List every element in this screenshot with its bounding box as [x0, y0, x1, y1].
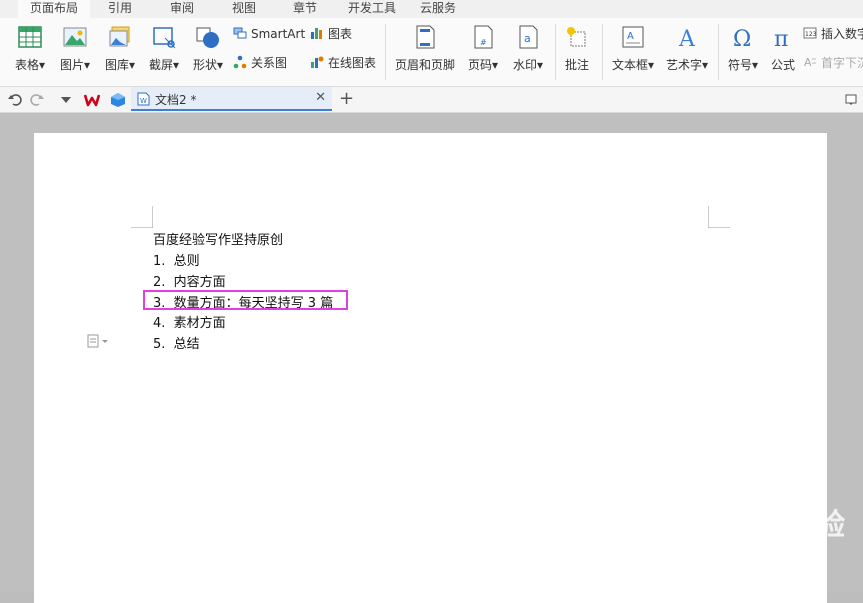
undo-icon[interactable]	[8, 93, 22, 107]
wordart-button[interactable]: A 艺术字▾	[662, 18, 712, 86]
online-chart-button[interactable]: 在线图表	[310, 54, 376, 72]
chart-button[interactable]: 图表	[310, 25, 352, 43]
number-icon: 123	[803, 27, 817, 39]
svg-text:Ω: Ω	[733, 27, 751, 50]
page-number-icon: #	[474, 25, 493, 49]
baidu-logo: Bai du 经验	[660, 508, 847, 543]
svg-text:123: 123	[805, 31, 817, 38]
watermark-label: 水印▾	[512, 58, 544, 72]
svg-text:#: #	[480, 38, 487, 47]
gallery-icon	[109, 26, 130, 47]
menu-bar: 页面布局 引用 审阅 视图 章节 开发工具 云服务	[0, 0, 863, 18]
list-item[interactable]: 4. 素材方面	[153, 312, 226, 331]
watermark-button[interactable]: a 水印▾	[508, 18, 548, 86]
document-icon: W	[137, 92, 150, 106]
wps-logo-icon[interactable]	[84, 92, 100, 108]
margin-corner-top-left	[131, 206, 153, 228]
symbol-label: 符号▾	[727, 58, 759, 72]
omega-icon: Ω	[733, 27, 751, 50]
drop-cap-button[interactable]: A首字下沉	[803, 54, 863, 72]
picture-button[interactable]: 图片▾	[55, 18, 95, 86]
margin-corner-top-right	[708, 206, 730, 228]
list-item[interactable]: 1. 总则	[153, 250, 200, 269]
ribbon-divider	[385, 24, 386, 80]
tab-view[interactable]: 视图	[232, 0, 256, 18]
comment-icon	[567, 27, 586, 47]
ribbon-divider	[602, 24, 603, 80]
svg-text:a: a	[524, 32, 531, 45]
comment-label: 批注	[564, 58, 589, 72]
page-number-button[interactable]: # 页码▾	[462, 18, 504, 86]
svg-text:π: π	[774, 27, 788, 50]
highlight-box	[143, 290, 348, 310]
tab-chapter[interactable]: 章节	[293, 0, 317, 18]
shape-label: 形状▾	[192, 58, 224, 72]
table-icon	[18, 26, 42, 48]
smartart-button[interactable]: SmartArt	[233, 25, 305, 43]
tab-review[interactable]: 审阅	[170, 0, 194, 18]
pin-icon[interactable]	[845, 94, 857, 106]
table-button[interactable]: 表格▾	[10, 18, 50, 86]
svg-text:A: A	[804, 56, 812, 69]
tab-developer[interactable]: 开发工具	[348, 0, 396, 18]
list-item[interactable]: 5. 总结	[153, 333, 200, 352]
watermark-url: jingyan.baidu.com	[660, 546, 771, 560]
shape-icon	[196, 27, 219, 48]
header-footer-button[interactable]: 页眉和页脚	[393, 18, 457, 86]
tab-page-layout[interactable]: 页面布局	[18, 0, 90, 18]
document-tab-bar: W 文档2 * ✕ +	[0, 87, 863, 113]
new-tab-icon[interactable]: +	[339, 88, 354, 109]
gallery-button[interactable]: 图库▾	[100, 18, 140, 86]
relation-icon	[233, 55, 247, 69]
textbox-label: 文本框▾	[611, 58, 655, 72]
wordart-label: 艺术字▾	[665, 58, 709, 72]
ribbon-divider	[555, 24, 556, 80]
relation-button[interactable]: 关系图	[233, 54, 287, 72]
tab-cloud[interactable]: 云服务	[420, 0, 456, 18]
comment-button[interactable]: 批注	[558, 18, 596, 86]
wordart-icon: A	[678, 27, 696, 50]
ribbon-divider	[718, 24, 719, 80]
header-footer-icon	[416, 25, 435, 49]
screenshot-button[interactable]: 截屏▾	[144, 18, 184, 86]
cloud-cube-icon[interactable]	[110, 92, 126, 108]
pi-icon: π	[774, 27, 788, 50]
scissors-icon	[153, 27, 176, 49]
symbol-button[interactable]: Ω 符号▾	[722, 18, 764, 86]
formula-label: 公式	[770, 58, 795, 72]
svg-text:W: W	[140, 97, 147, 105]
gallery-label: 图库▾	[104, 58, 136, 72]
list-item[interactable]: 2. 内容方面	[153, 271, 226, 290]
document-heading[interactable]: 百度经验写作坚持原创	[153, 229, 283, 248]
close-icon[interactable]: ✕	[315, 90, 326, 105]
drop-cap-icon: A	[804, 56, 816, 69]
svg-text:A: A	[678, 27, 696, 50]
chevron-down-icon[interactable]	[60, 96, 72, 104]
chart-icon	[311, 28, 322, 39]
screenshot-label: 截屏▾	[148, 58, 180, 72]
insert-number-button[interactable]: 123插入数字	[803, 25, 863, 43]
redo-icon[interactable]	[30, 93, 44, 107]
smartart-icon	[233, 27, 247, 39]
header-footer-label: 页眉和页脚	[394, 58, 455, 72]
shape-button[interactable]: 形状▾	[188, 18, 228, 86]
ribbon: 表格▾ 图片▾ 图库▾ 截屏▾ 形状▾ SmartArt 关系图 图表 在线图表…	[0, 18, 863, 87]
tab-references[interactable]: 引用	[108, 0, 132, 18]
online-chart-icon	[311, 56, 324, 68]
paste-options-icon[interactable]	[87, 334, 109, 348]
table-label: 表格▾	[14, 58, 46, 72]
formula-button[interactable]: π 公式	[765, 18, 801, 86]
document-tab-title: 文档2 *	[155, 93, 197, 107]
baidu-watermark: Bai du 经验 jingyan.baidu.com	[660, 500, 846, 560]
document-tab[interactable]: W 文档2 * ✕	[131, 87, 332, 111]
watermark-icon: a	[519, 25, 538, 49]
picture-label: 图片▾	[59, 58, 91, 72]
picture-icon	[63, 27, 87, 47]
textbox-button[interactable]: A 文本框▾	[608, 18, 658, 86]
textbox-icon: A	[622, 26, 644, 48]
page-number-label: 页码▾	[467, 58, 499, 72]
svg-text:A: A	[627, 31, 634, 42]
